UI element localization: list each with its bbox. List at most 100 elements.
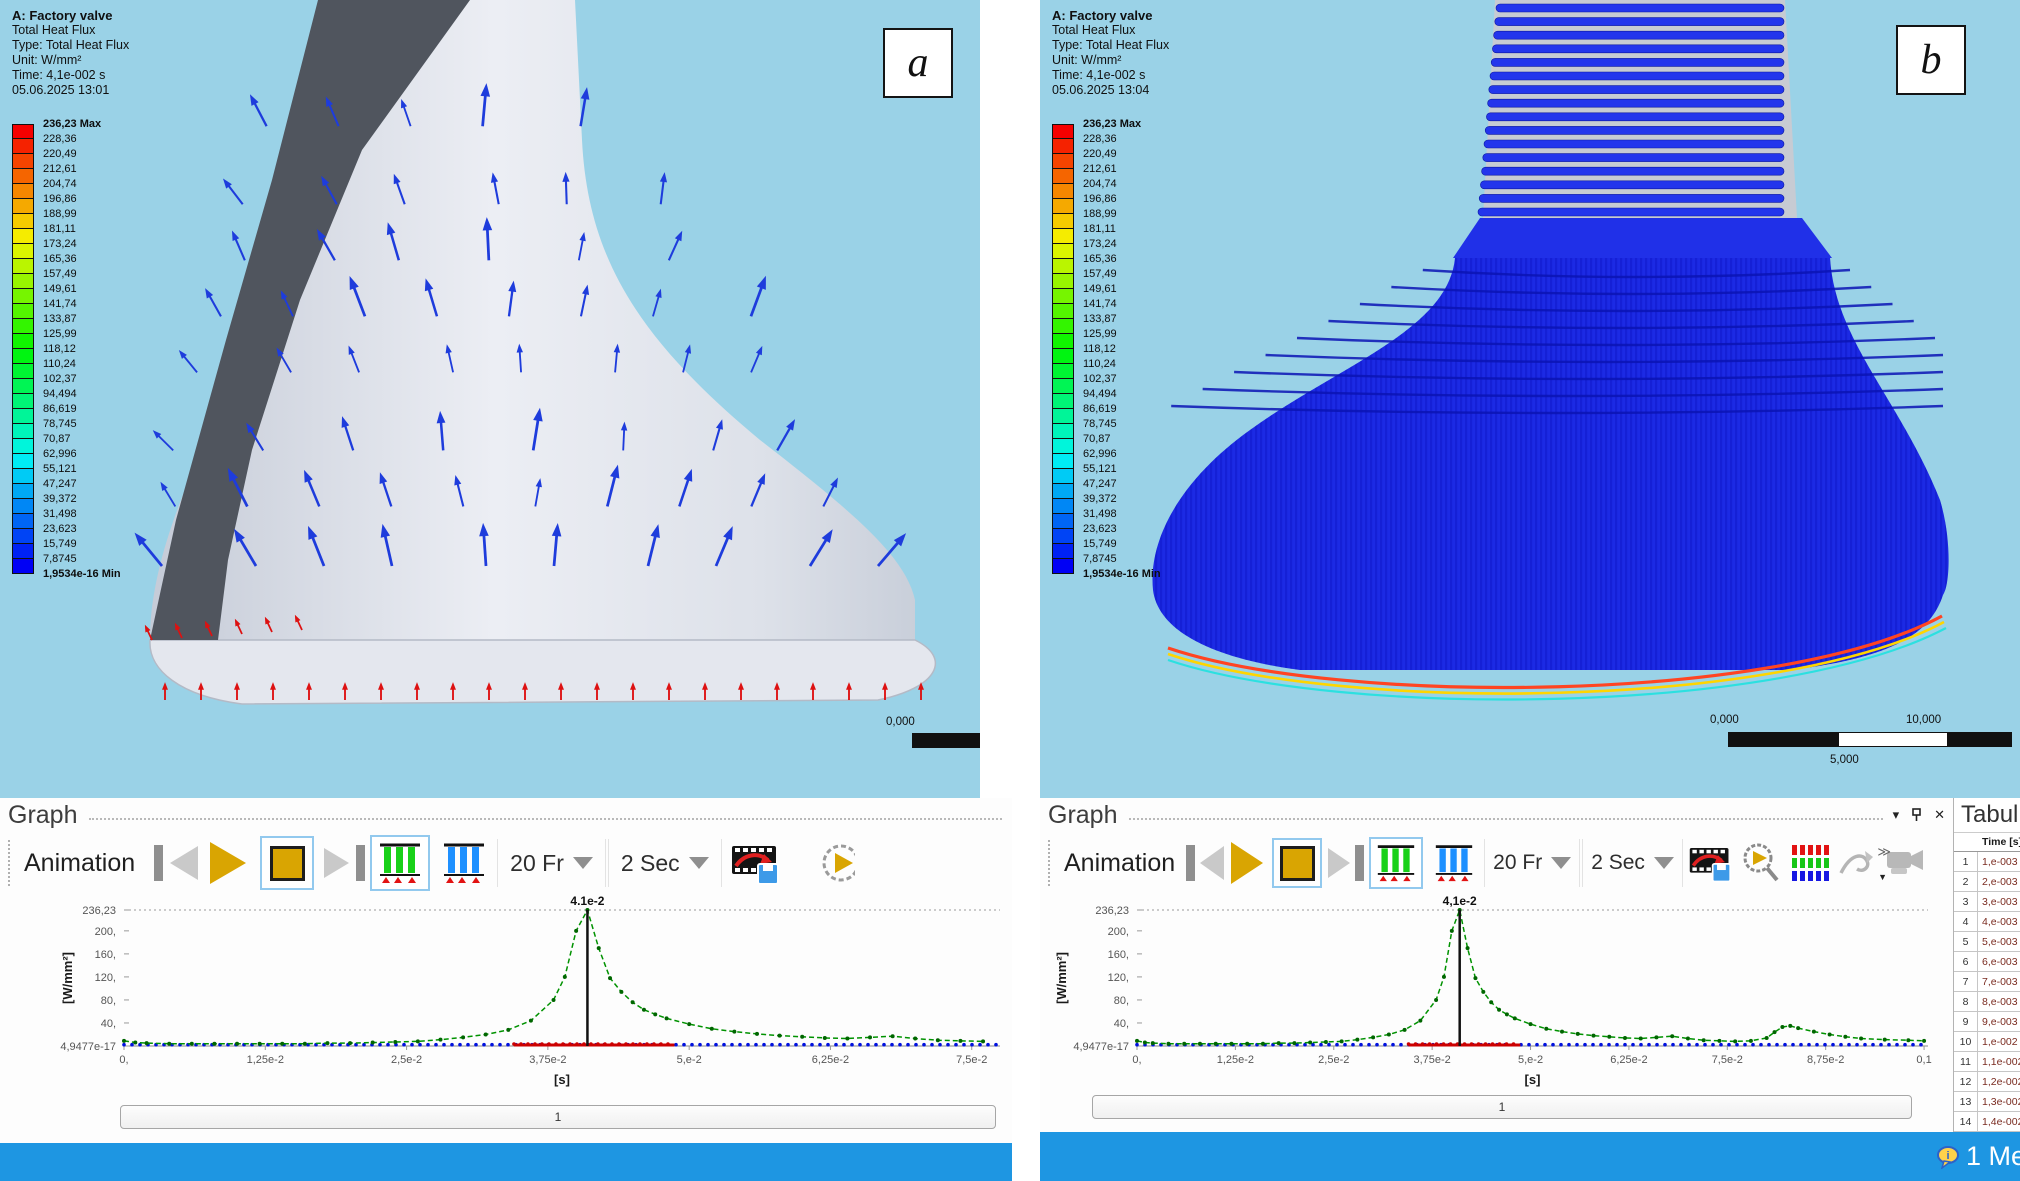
result-line: Type: Total Heat Flux bbox=[1052, 38, 1169, 53]
table-row[interactable]: 55,e-003 bbox=[1954, 932, 2020, 952]
panel-menu-icon[interactable]: ▾ bbox=[1893, 807, 1900, 823]
svg-text:5,e-2: 5,e-2 bbox=[1518, 1054, 1543, 1066]
play-button[interactable] bbox=[210, 842, 246, 884]
color-bands-button[interactable] bbox=[1790, 843, 1830, 883]
table-row[interactable]: 33,e-003 bbox=[1954, 892, 2020, 912]
heat-flux-chart[interactable]: 236,23200,160,120,80,40,4,9477e-170,1,25… bbox=[1040, 894, 1953, 1090]
legend-band bbox=[1052, 484, 1074, 499]
table-row[interactable]: 66,e-003 bbox=[1954, 952, 2020, 972]
legend-label: 1,9534e-16 Min bbox=[43, 568, 121, 580]
frames-dropdown[interactable]: 20 Fr bbox=[1484, 839, 1580, 887]
svg-text:3,75e-2: 3,75e-2 bbox=[529, 1054, 566, 1066]
time-value: 3,e-003 bbox=[1978, 896, 2018, 908]
export-video-button[interactable] bbox=[1688, 842, 1732, 884]
collapse-chevrons-icon[interactable]: ≫ bbox=[1877, 844, 1891, 860]
step-back-icon[interactable] bbox=[1200, 846, 1224, 880]
stop-button[interactable] bbox=[1272, 838, 1322, 888]
film-save-icon bbox=[1688, 842, 1732, 884]
skip-start-icon[interactable] bbox=[154, 845, 163, 881]
svg-text:2,5e-2: 2,5e-2 bbox=[1318, 1054, 1349, 1066]
time-steps-button[interactable] bbox=[1427, 837, 1481, 889]
tabular-data-panel: Tabul Time [s] 11,e-00322,e-00333,e-0034… bbox=[1953, 798, 2020, 1181]
toolbar-drag-handle[interactable] bbox=[8, 840, 14, 886]
step-forward-icon[interactable] bbox=[324, 848, 349, 878]
stop-icon bbox=[270, 846, 305, 881]
step-back-icon[interactable] bbox=[170, 846, 198, 880]
frames-value: 20 Fr bbox=[510, 850, 564, 877]
export-video-button[interactable] bbox=[730, 840, 780, 886]
legend-band bbox=[12, 469, 34, 484]
viewport-panel-a[interactable]: A: Factory valve Total Heat Flux Type: T… bbox=[0, 0, 980, 798]
legend-label: 7,8745 bbox=[43, 553, 77, 565]
result-sets-button[interactable] bbox=[370, 835, 430, 891]
table-row[interactable]: 77,e-003 bbox=[1954, 972, 2020, 992]
legend-band bbox=[12, 454, 34, 469]
duration-value: 2 Sec bbox=[621, 850, 680, 877]
legend-label: 220,49 bbox=[43, 148, 77, 160]
legend-label: 94,494 bbox=[43, 388, 77, 400]
svg-text:40,: 40, bbox=[1114, 1018, 1129, 1030]
zoom-animation-button[interactable] bbox=[1740, 842, 1782, 884]
toolbar-drag-handle[interactable] bbox=[1048, 840, 1054, 886]
update-result-button[interactable] bbox=[815, 841, 855, 885]
pin-icon[interactable] bbox=[1911, 808, 1922, 822]
legend-band bbox=[1052, 139, 1074, 154]
legend-label: 62,996 bbox=[43, 448, 77, 460]
svg-text:80,: 80, bbox=[1114, 995, 1129, 1007]
step-forward-icon[interactable] bbox=[1328, 848, 1350, 878]
frames-dropdown[interactable]: 20 Fr bbox=[497, 839, 606, 887]
blue-bars-icon bbox=[1434, 843, 1474, 883]
legend-band bbox=[1052, 439, 1074, 454]
timeline-bar[interactable]: 1 bbox=[120, 1105, 996, 1129]
legend-band bbox=[12, 304, 34, 319]
close-icon[interactable]: ✕ bbox=[1934, 807, 1945, 823]
table-row[interactable]: 111,1e-002 bbox=[1954, 1052, 2020, 1072]
legend-band bbox=[12, 394, 34, 409]
svg-text:7,5e-2: 7,5e-2 bbox=[956, 1054, 987, 1066]
table-row[interactable]: 141,4e-002 bbox=[1954, 1112, 2020, 1132]
duration-dropdown[interactable]: 2 Sec bbox=[1582, 839, 1683, 887]
legend-band bbox=[1052, 424, 1074, 439]
legend-band bbox=[1052, 514, 1074, 529]
legend-label: 86,619 bbox=[1083, 403, 1117, 415]
svg-text:6,25e-2: 6,25e-2 bbox=[812, 1054, 849, 1066]
heat-flux-chart[interactable]: 236,23200,160,120,80,40,4,9477e-170,1,25… bbox=[0, 894, 1012, 1096]
time-steps-button[interactable] bbox=[434, 835, 494, 891]
legend-band bbox=[1052, 304, 1074, 319]
skip-end-icon[interactable] bbox=[356, 845, 365, 881]
table-row[interactable]: 121,2e-002 bbox=[1954, 1072, 2020, 1092]
svg-text:40,: 40, bbox=[101, 1018, 116, 1030]
result-info-block: A: Factory valve Total Heat Flux Type: T… bbox=[12, 8, 129, 98]
play-circle-icon bbox=[815, 841, 855, 885]
table-row[interactable]: 11,e-003 bbox=[1954, 852, 2020, 872]
table-row[interactable]: 131,3e-002 bbox=[1954, 1092, 2020, 1112]
messages-link[interactable]: i 1 Me bbox=[1936, 1141, 2020, 1172]
legend-band bbox=[12, 499, 34, 514]
play-button[interactable] bbox=[1231, 842, 1263, 884]
table-row[interactable]: 88,e-003 bbox=[1954, 992, 2020, 1012]
stop-button[interactable] bbox=[260, 836, 314, 890]
table-row[interactable]: 22,e-003 bbox=[1954, 872, 2020, 892]
duration-dropdown[interactable]: 2 Sec bbox=[608, 839, 722, 887]
legend-band bbox=[12, 289, 34, 304]
status-bar: i 1 Me bbox=[1040, 1132, 2020, 1181]
time-value: 1,4e-002 bbox=[1978, 1116, 2020, 1128]
table-row[interactable]: 101,e-002 bbox=[1954, 1032, 2020, 1052]
legend-label: 204,74 bbox=[1083, 178, 1117, 190]
table-row[interactable]: 44,e-003 bbox=[1954, 912, 2020, 932]
time-value: 4,e-003 bbox=[1978, 916, 2018, 928]
skip-end-icon[interactable] bbox=[1355, 845, 1364, 881]
table-row[interactable]: 99,e-003 bbox=[1954, 1012, 2020, 1032]
probe-tool-button-disabled[interactable] bbox=[1837, 843, 1877, 883]
legend-band bbox=[1052, 259, 1074, 274]
viewport-panel-b[interactable]: A: Factory valve Total Heat Flux Type: T… bbox=[1040, 0, 2020, 798]
result-sets-button[interactable] bbox=[1369, 837, 1423, 889]
graph-panel-a: Graph Animation 20 bbox=[0, 798, 1012, 1143]
svg-text:160,: 160, bbox=[95, 949, 116, 961]
timeline-bar[interactable]: 1 bbox=[1092, 1095, 1912, 1119]
legend-band bbox=[1052, 154, 1074, 169]
vector-texture bbox=[1152, 258, 1948, 670]
svg-text:80,: 80, bbox=[101, 995, 116, 1007]
svg-text:i: i bbox=[1946, 1150, 1949, 1162]
skip-start-icon[interactable] bbox=[1186, 845, 1195, 881]
